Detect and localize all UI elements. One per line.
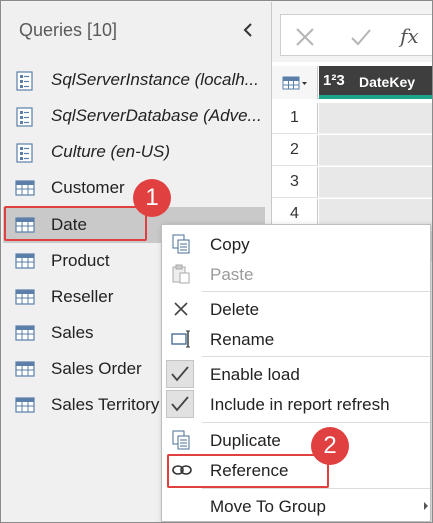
- whole-number-type-icon[interactable]: 1²3: [323, 72, 345, 89]
- checkmark-icon: [166, 390, 194, 418]
- table-cell[interactable]: [319, 103, 432, 134]
- row-number: 3: [272, 167, 318, 198]
- menu-item-label: Enable load: [210, 365, 300, 384]
- menu-item-move-to-group[interactable]: Move To Group: [162, 491, 430, 521]
- parameter-icon: [15, 71, 35, 91]
- table-icon: [15, 324, 35, 342]
- parameter-icon: [15, 143, 35, 163]
- column-header-row: 1²3 DateKey: [272, 66, 432, 99]
- row-number: 1: [272, 103, 318, 134]
- queries-header: Queries [10]: [19, 20, 118, 40]
- query-item-label: Culture (en-US): [51, 142, 171, 161]
- column-header-datekey[interactable]: 1²3 DateKey: [319, 66, 432, 99]
- menu-separator: [202, 488, 430, 489]
- formula-bar: fx: [272, 2, 432, 62]
- checkmark-icon: [166, 360, 194, 388]
- query-item-label: SqlServerInstance (localh...: [51, 70, 259, 89]
- step-badge-2: 2: [311, 427, 349, 465]
- table-icon: [15, 179, 35, 197]
- menu-item-label: Delete: [210, 300, 260, 319]
- table-cell[interactable]: [319, 135, 432, 166]
- highlight-box-reference: [167, 454, 329, 488]
- chevron-left-icon[interactable]: [239, 18, 257, 42]
- menu-item-label: Copy: [210, 235, 250, 254]
- query-item-label: SqlServerDatabase (Adve...: [51, 106, 262, 125]
- step-badge-1: 1: [133, 179, 171, 217]
- menu-separator: [202, 291, 430, 292]
- table-menu-icon[interactable]: [272, 66, 318, 99]
- chevron-right-icon: [424, 502, 428, 510]
- menu-separator: [202, 422, 430, 423]
- menu-item-copy[interactable]: Copy: [162, 229, 430, 259]
- menu-item-label: Duplicate: [210, 431, 281, 450]
- fx-label[interactable]: fx: [400, 24, 419, 48]
- query-item-label: Sales Territory: [51, 395, 160, 414]
- menu-separator: [202, 356, 430, 357]
- query-item-sqlserverinstance[interactable]: SqlServerInstance (localh...: [3, 62, 265, 98]
- query-item-label: Customer: [51, 178, 125, 197]
- menu-item-label: Rename: [210, 330, 275, 349]
- menu-item-label: Include in report refresh: [210, 395, 390, 414]
- rename-icon: [171, 329, 191, 349]
- query-item-label: Product: [51, 251, 110, 270]
- close-icon[interactable]: [294, 22, 316, 52]
- menu-item-duplicate[interactable]: Duplicate: [162, 425, 430, 455]
- duplicate-icon: [171, 430, 191, 450]
- power-query-window: Queries [10] SqlServerInstance (localh..…: [0, 0, 433, 523]
- table-icon: [15, 288, 35, 306]
- query-item-culture[interactable]: Culture (en-US): [3, 134, 265, 170]
- menu-item-label: Paste: [210, 265, 254, 284]
- table-cell[interactable]: [319, 167, 432, 198]
- row-number: 2: [272, 135, 318, 166]
- delete-icon: [171, 299, 191, 319]
- menu-item-label: Move To Group: [210, 497, 326, 516]
- highlight-box-date: [4, 206, 147, 241]
- parameter-icon: [15, 107, 35, 127]
- query-item-sqlserverdatabase[interactable]: SqlServerDatabase (Adve...: [3, 98, 265, 134]
- copy-icon: [171, 234, 191, 254]
- column-name: DateKey: [359, 74, 416, 90]
- menu-item-rename[interactable]: Rename: [162, 324, 430, 354]
- paste-icon: [171, 264, 191, 284]
- table-icon: [15, 396, 35, 414]
- menu-item-include-in-report-refresh[interactable]: Include in report refresh: [162, 389, 430, 419]
- table-icon: [15, 252, 35, 270]
- menu-item-paste[interactable]: Paste: [162, 259, 430, 289]
- query-item-label: Sales Order: [51, 359, 142, 378]
- query-item-label: Sales: [51, 323, 94, 342]
- menu-item-delete[interactable]: Delete: [162, 294, 430, 324]
- table-icon: [15, 360, 35, 378]
- column-accent-bar: [319, 95, 432, 99]
- menu-item-enable-load[interactable]: Enable load: [162, 359, 430, 389]
- checkmark-icon[interactable]: [350, 22, 372, 52]
- query-item-label: Reseller: [51, 287, 114, 306]
